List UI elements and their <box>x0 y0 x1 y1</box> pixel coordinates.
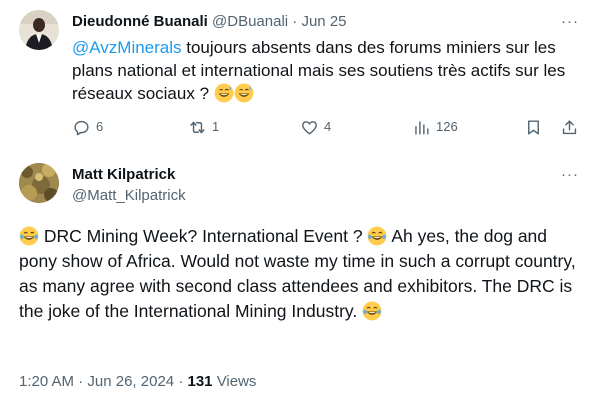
reply-like-button[interactable]: 4 <box>300 117 331 137</box>
main-handle[interactable]: @Matt_Kilpatrick <box>72 187 186 204</box>
reply-views-button[interactable]: 126 <box>412 117 458 137</box>
share-icon <box>562 119 577 134</box>
main-meta-separator-1: · <box>78 373 84 390</box>
reply-share-button[interactable] <box>560 117 584 137</box>
repost-icon <box>190 121 205 133</box>
reply-bookmark-button[interactable] <box>524 117 548 137</box>
bookmark-icon <box>528 119 539 135</box>
reply-text: @AvzMinerals toujours absents dans des f… <box>72 36 582 105</box>
grinning-sweat-emoji <box>214 83 234 103</box>
reply-comment-count: 6 <box>96 119 104 134</box>
reply-display-name[interactable]: Dieudonné Buanali <box>72 13 208 30</box>
reply-repost-button[interactable]: 1 <box>188 117 219 137</box>
main-more-icon[interactable]: ··· <box>560 165 580 185</box>
main-views-count: 131 <box>187 373 213 390</box>
reply-comment-button[interactable]: 6 <box>72 117 103 137</box>
reply-separator: · <box>292 13 298 30</box>
reply-handle[interactable]: @DBuanali <box>212 13 288 30</box>
reply-bubble-icon <box>74 120 89 135</box>
reply-header: Dieudonné Buanali @DBuanali · Jun 25 <box>72 12 347 32</box>
views-chart-icon <box>415 120 429 135</box>
reply-like-count: 4 <box>324 119 332 134</box>
tears-of-joy-emoji <box>368 226 387 246</box>
main-avatar[interactable] <box>19 163 59 203</box>
grinning-sweat-emoji <box>234 83 254 103</box>
heart-icon <box>302 120 317 135</box>
tears-of-joy-emoji <box>362 301 382 321</box>
reply-mention-link[interactable]: @AvzMinerals <box>72 38 182 57</box>
main-meta: 1:20 AM · Jun 26, 2024 · 131 Views <box>19 372 256 392</box>
main-views-label: Views <box>216 373 257 390</box>
main-meta-separator-2: · <box>178 373 184 390</box>
main-tweet: Matt Kilpatrick @Matt_Kilpatrick ··· DRC… <box>0 152 598 400</box>
main-text-segment: DRC Mining Week? International Event ? <box>39 226 368 246</box>
main-display-name[interactable]: Matt Kilpatrick <box>72 166 175 183</box>
main-date[interactable]: Jun 26, 2024 <box>87 373 174 390</box>
reply-tweet[interactable]: Dieudonné Buanali @DBuanali · Jun 25 ···… <box>0 0 598 152</box>
main-time[interactable]: 1:20 AM <box>19 373 74 390</box>
reply-repost-count: 1 <box>212 119 220 134</box>
main-tweet-text: DRC Mining Week? International Event ? A… <box>19 224 584 324</box>
main-name-line: Matt Kilpatrick <box>72 165 175 185</box>
reply-date[interactable]: Jun 25 <box>301 13 346 30</box>
main-handle-line: @Matt_Kilpatrick <box>72 186 186 206</box>
reply-more-icon[interactable]: ··· <box>560 12 580 32</box>
tears-of-joy-emoji <box>19 226 39 246</box>
reply-avatar[interactable] <box>19 10 59 50</box>
reply-views-count: 126 <box>436 119 458 134</box>
